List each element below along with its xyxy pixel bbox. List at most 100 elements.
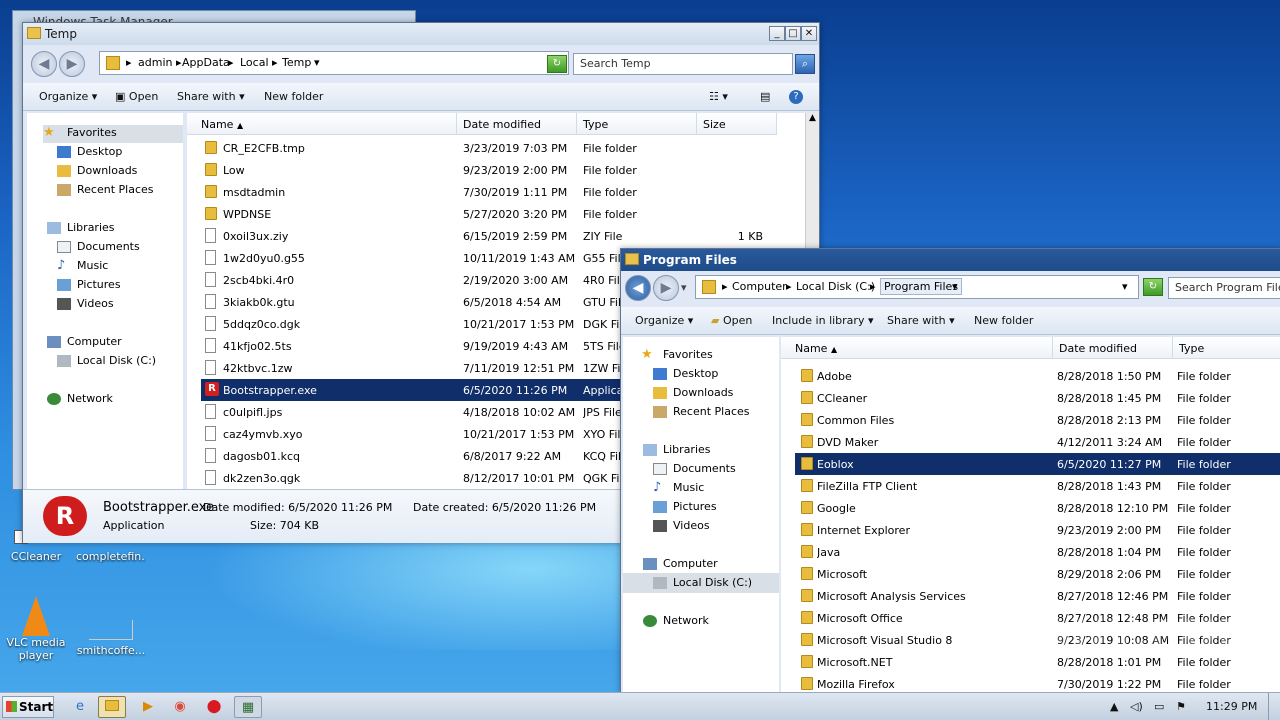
help-icon[interactable]: ? [789,90,803,104]
nav-favorites[interactable]: Favorites [67,126,117,139]
include-in-library-button[interactable]: Include in library ▾ [772,314,873,327]
opera-icon[interactable]: ⬤ [200,696,228,718]
forward-button[interactable]: ▶ [59,51,85,77]
table-row[interactable]: Microsoft Analysis Services 8/27/2018 12:… [795,585,1280,607]
nav-documents[interactable]: Documents [673,462,736,475]
address-bar[interactable]: ▸ Computer ▸ Local Disk (C:) ▸ Program F… [695,275,1139,299]
refresh-button[interactable]: ↻ [547,55,567,73]
table-row[interactable]: 0xoil3ux.ziy 6/15/2019 2:59 PM ZIY File 1 K… [201,225,763,247]
nav-recent-places[interactable]: Recent Places [77,183,154,196]
new-folder-button[interactable]: New folder [264,90,323,103]
back-button[interactable]: ◀ [625,275,651,301]
nav-documents[interactable]: Documents [77,240,140,253]
search-input[interactable]: Search Temp [573,53,793,75]
breadcrumb-computer[interactable]: Computer [732,280,787,293]
nav-local-disk[interactable]: Local Disk (C:) [77,354,156,367]
nav-favorites[interactable]: Favorites [663,348,713,361]
show-desktop-button[interactable] [1268,693,1280,720]
share-with-button[interactable]: Share with ▾ [887,314,955,327]
table-row[interactable]: CR_E2CFB.tmp 3/23/2019 7:03 PM File folder [201,137,761,159]
title-bar[interactable]: Program Files [621,249,1280,271]
column-header-date[interactable]: Date modified [457,113,577,135]
desktop-icon-smithcoffe[interactable]: smithcoffe... [76,620,146,657]
nav-network[interactable]: Network [67,392,113,405]
nav-pictures[interactable]: Pictures [77,278,121,291]
nav-local-disk[interactable]: Local Disk (C:) [673,576,752,589]
breadcrumb-admin[interactable]: admin [138,56,172,69]
open-button[interactable]: ▰ Open [711,314,752,327]
table-row[interactable]: Low 9/23/2019 2:00 PM File folder [201,159,761,181]
close-button[interactable]: ✕ [801,26,817,41]
nav-downloads[interactable]: Downloads [77,164,137,177]
minimize-button[interactable]: _ [769,26,785,41]
table-row[interactable]: CCleaner 8/28/2018 1:45 PM File folder [795,387,1280,409]
nav-desktop[interactable]: Desktop [77,145,122,158]
table-row[interactable]: Microsoft 8/29/2018 2:06 PM File folder [795,563,1280,585]
preview-pane-icon[interactable]: ▤ [760,90,770,103]
maximize-button[interactable]: □ [785,26,801,41]
nav-videos[interactable]: Videos [673,519,710,532]
table-row[interactable]: FileZilla FTP Client 8/28/2018 1:43 PM Fil… [795,475,1280,497]
view-options-icon[interactable]: ☷ ▾ [709,90,728,103]
forward-button[interactable]: ▶ [653,275,679,301]
table-row[interactable]: R Bootstrapper.exe 6/5/2020 11:26 PM Applic… [201,379,644,401]
nav-pictures[interactable]: Pictures [673,500,717,513]
search-input[interactable]: Search Program Files [1168,277,1280,299]
nav-computer[interactable]: Computer [663,557,718,570]
nav-music[interactable]: Music [77,259,108,272]
column-header-type[interactable]: Type [1173,337,1280,359]
nav-desktop[interactable]: Desktop [673,367,718,380]
recent-pages-dropdown-icon[interactable]: ▾ [681,281,687,294]
new-folder-button[interactable]: New folder [974,314,1033,327]
breadcrumb-local-disk[interactable]: Local Disk (C:) [796,280,875,293]
breadcrumb-appdata[interactable]: AppData [182,56,230,69]
table-row[interactable]: Eoblox 6/5/2020 11:27 PM File folder [795,453,1280,475]
table-row[interactable]: DVD Maker 4/12/2011 3:24 AM File folder [795,431,1280,453]
scroll-up-icon[interactable]: ▲ [806,113,819,123]
start-button[interactable]: Start [2,696,54,718]
organize-button[interactable]: Organize ▾ [635,314,693,327]
task-manager-taskbar-icon[interactable]: ▦ [234,696,262,718]
table-row[interactable]: Adobe 8/28/2018 1:50 PM File folder [795,365,1280,387]
internet-explorer-icon[interactable]: e [66,696,94,718]
column-header-size[interactable]: Size [697,113,777,135]
search-icon[interactable]: ⌕ [795,54,815,74]
breadcrumb-temp[interactable]: Temp [282,56,311,69]
share-with-button[interactable]: Share with ▾ [177,90,245,103]
table-row[interactable]: Google 8/28/2018 12:10 PM File folder [795,497,1280,519]
refresh-button[interactable]: ↻ [1143,278,1163,296]
column-header-name[interactable]: Name ▲ [781,337,1053,359]
windows-explorer-icon[interactable] [98,696,126,718]
table-row[interactable]: msdtadmin 7/30/2019 1:11 PM File folder [201,181,761,203]
address-bar[interactable]: ▸ admin ▸ AppData ▸ Local ▸ Temp ▾ ▾ [99,51,569,75]
table-row[interactable]: Internet Explorer 9/23/2019 2:00 PM File f… [795,519,1280,541]
title-bar[interactable]: Temp _ □ ✕ [23,23,819,45]
nav-network[interactable]: Network [663,614,709,627]
media-player-icon[interactable]: ▶ [134,696,162,718]
nav-videos[interactable]: Videos [77,297,114,310]
table-row[interactable]: WPDNSE 5/27/2020 3:20 PM File folder [201,203,761,225]
back-button[interactable]: ◀ [31,51,57,77]
column-header-name[interactable]: Name ▲ [187,113,457,135]
open-button[interactable]: ▣ Open [115,90,158,103]
table-row[interactable]: Common Files 8/28/2018 2:13 PM File folder [795,409,1280,431]
column-header-type[interactable]: Type [577,113,697,135]
organize-button[interactable]: Organize ▾ [39,90,97,103]
nav-libraries[interactable]: Libraries [67,221,115,234]
clock[interactable]: 11:29 PM [1206,700,1257,713]
nav-computer[interactable]: Computer [67,335,122,348]
address-dropdown-icon[interactable]: ▾ [1122,280,1128,293]
desktop-icon-vlc[interactable]: VLC media player [6,596,66,666]
nav-music[interactable]: Music [673,481,704,494]
column-header-date[interactable]: Date modified [1053,337,1173,359]
table-row[interactable]: Java 8/28/2018 1:04 PM File folder [795,541,1280,563]
action-center-icon[interactable]: ⚑ [1176,700,1186,713]
nav-recent-places[interactable]: Recent Places [673,405,750,418]
volume-icon[interactable]: ◁) [1130,700,1143,713]
network-tray-icon[interactable]: ▭ [1154,700,1164,713]
breadcrumb-program-files[interactable]: Program Files [880,278,963,295]
breadcrumb-local[interactable]: Local [240,56,269,69]
show-hidden-icons-icon[interactable]: ▲ [1110,700,1118,713]
chrome-icon[interactable]: ◉ [166,696,194,718]
nav-downloads[interactable]: Downloads [673,386,733,399]
